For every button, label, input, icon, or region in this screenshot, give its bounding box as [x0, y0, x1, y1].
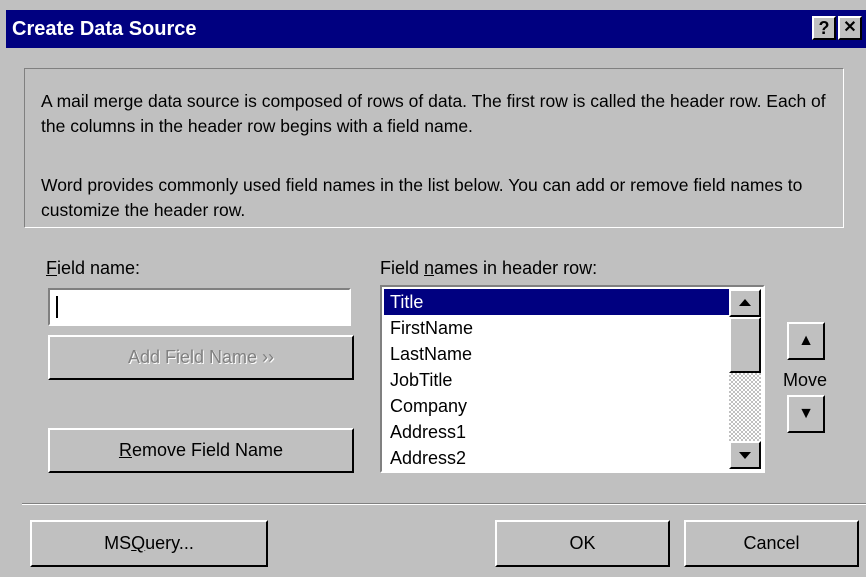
field-name-input[interactable] — [48, 288, 351, 326]
help-button[interactable]: ? — [812, 16, 836, 40]
list-item[interactable]: LastName — [384, 341, 730, 367]
header-row-label-post: ames in header row: — [434, 258, 598, 278]
list-item[interactable]: Address2 — [384, 445, 730, 471]
scroll-down-icon — [739, 452, 751, 459]
description-paragraph-2: Word provides commonly used field names … — [41, 175, 803, 220]
list-item[interactable]: FirstName — [384, 315, 730, 341]
header-row-accesskey: n — [424, 258, 435, 278]
scroll-thumb[interactable] — [729, 317, 761, 373]
list-item[interactable]: Company — [384, 393, 730, 419]
remove-accesskey: R — [118, 440, 132, 460]
text-caret — [56, 296, 58, 318]
move-down-button[interactable]: ▼ — [787, 395, 825, 433]
scroll-up-button[interactable] — [729, 289, 761, 317]
ms-query-label-post: uery... — [145, 533, 194, 553]
create-data-source-dialog: Create Data Source ? ✕ A mail merge data… — [0, 0, 866, 577]
arrow-down-icon: ▼ — [798, 405, 814, 422]
ok-button[interactable]: OK — [495, 520, 670, 567]
field-names-listbox[interactable]: Title FirstName LastName JobTitle Company Add… — [380, 285, 765, 473]
close-button[interactable]: ✕ — [838, 16, 862, 40]
ms-query-accesskey: Q — [131, 533, 146, 553]
remove-label: emove Field Name — [131, 440, 284, 460]
arrow-up-icon: ▲ — [798, 332, 814, 349]
description-paragraph-1: A mail merge data source is composed of … — [41, 91, 826, 136]
vertical-scrollbar[interactable] — [729, 289, 761, 469]
add-field-name-button[interactable]: Add Field Name ›› — [48, 335, 354, 380]
list-item[interactable]: JobTitle — [384, 367, 730, 393]
list-item[interactable]: Title — [384, 289, 730, 315]
header-row-label: Field names in header row: — [380, 258, 597, 279]
field-names-list: Title FirstName LastName JobTitle Company Add… — [384, 289, 730, 471]
remove-field-name-button[interactable]: Remove Field Name — [48, 428, 354, 473]
scroll-down-button[interactable] — [729, 441, 761, 469]
window-title: Create Data Source — [12, 18, 197, 40]
field-name-label: Field name: — [46, 258, 140, 279]
move-label: Move — [783, 370, 828, 390]
cancel-button[interactable]: Cancel — [684, 520, 859, 567]
list-item[interactable]: Address1 — [384, 419, 730, 445]
title-bar[interactable]: Create Data Source ? ✕ — [6, 10, 866, 48]
separator — [22, 503, 866, 505]
move-up-button[interactable]: ▲ — [787, 322, 825, 360]
ms-query-button[interactable]: MS Query... — [30, 520, 268, 567]
scroll-up-icon — [739, 299, 751, 306]
ms-query-label-pre: MS — [104, 533, 132, 553]
header-row-label-pre: Field — [380, 258, 425, 278]
field-name-accesskey: F — [46, 258, 57, 278]
description-box: A mail merge data source is composed of … — [24, 68, 844, 228]
field-name-label-text: ield name: — [57, 258, 141, 278]
